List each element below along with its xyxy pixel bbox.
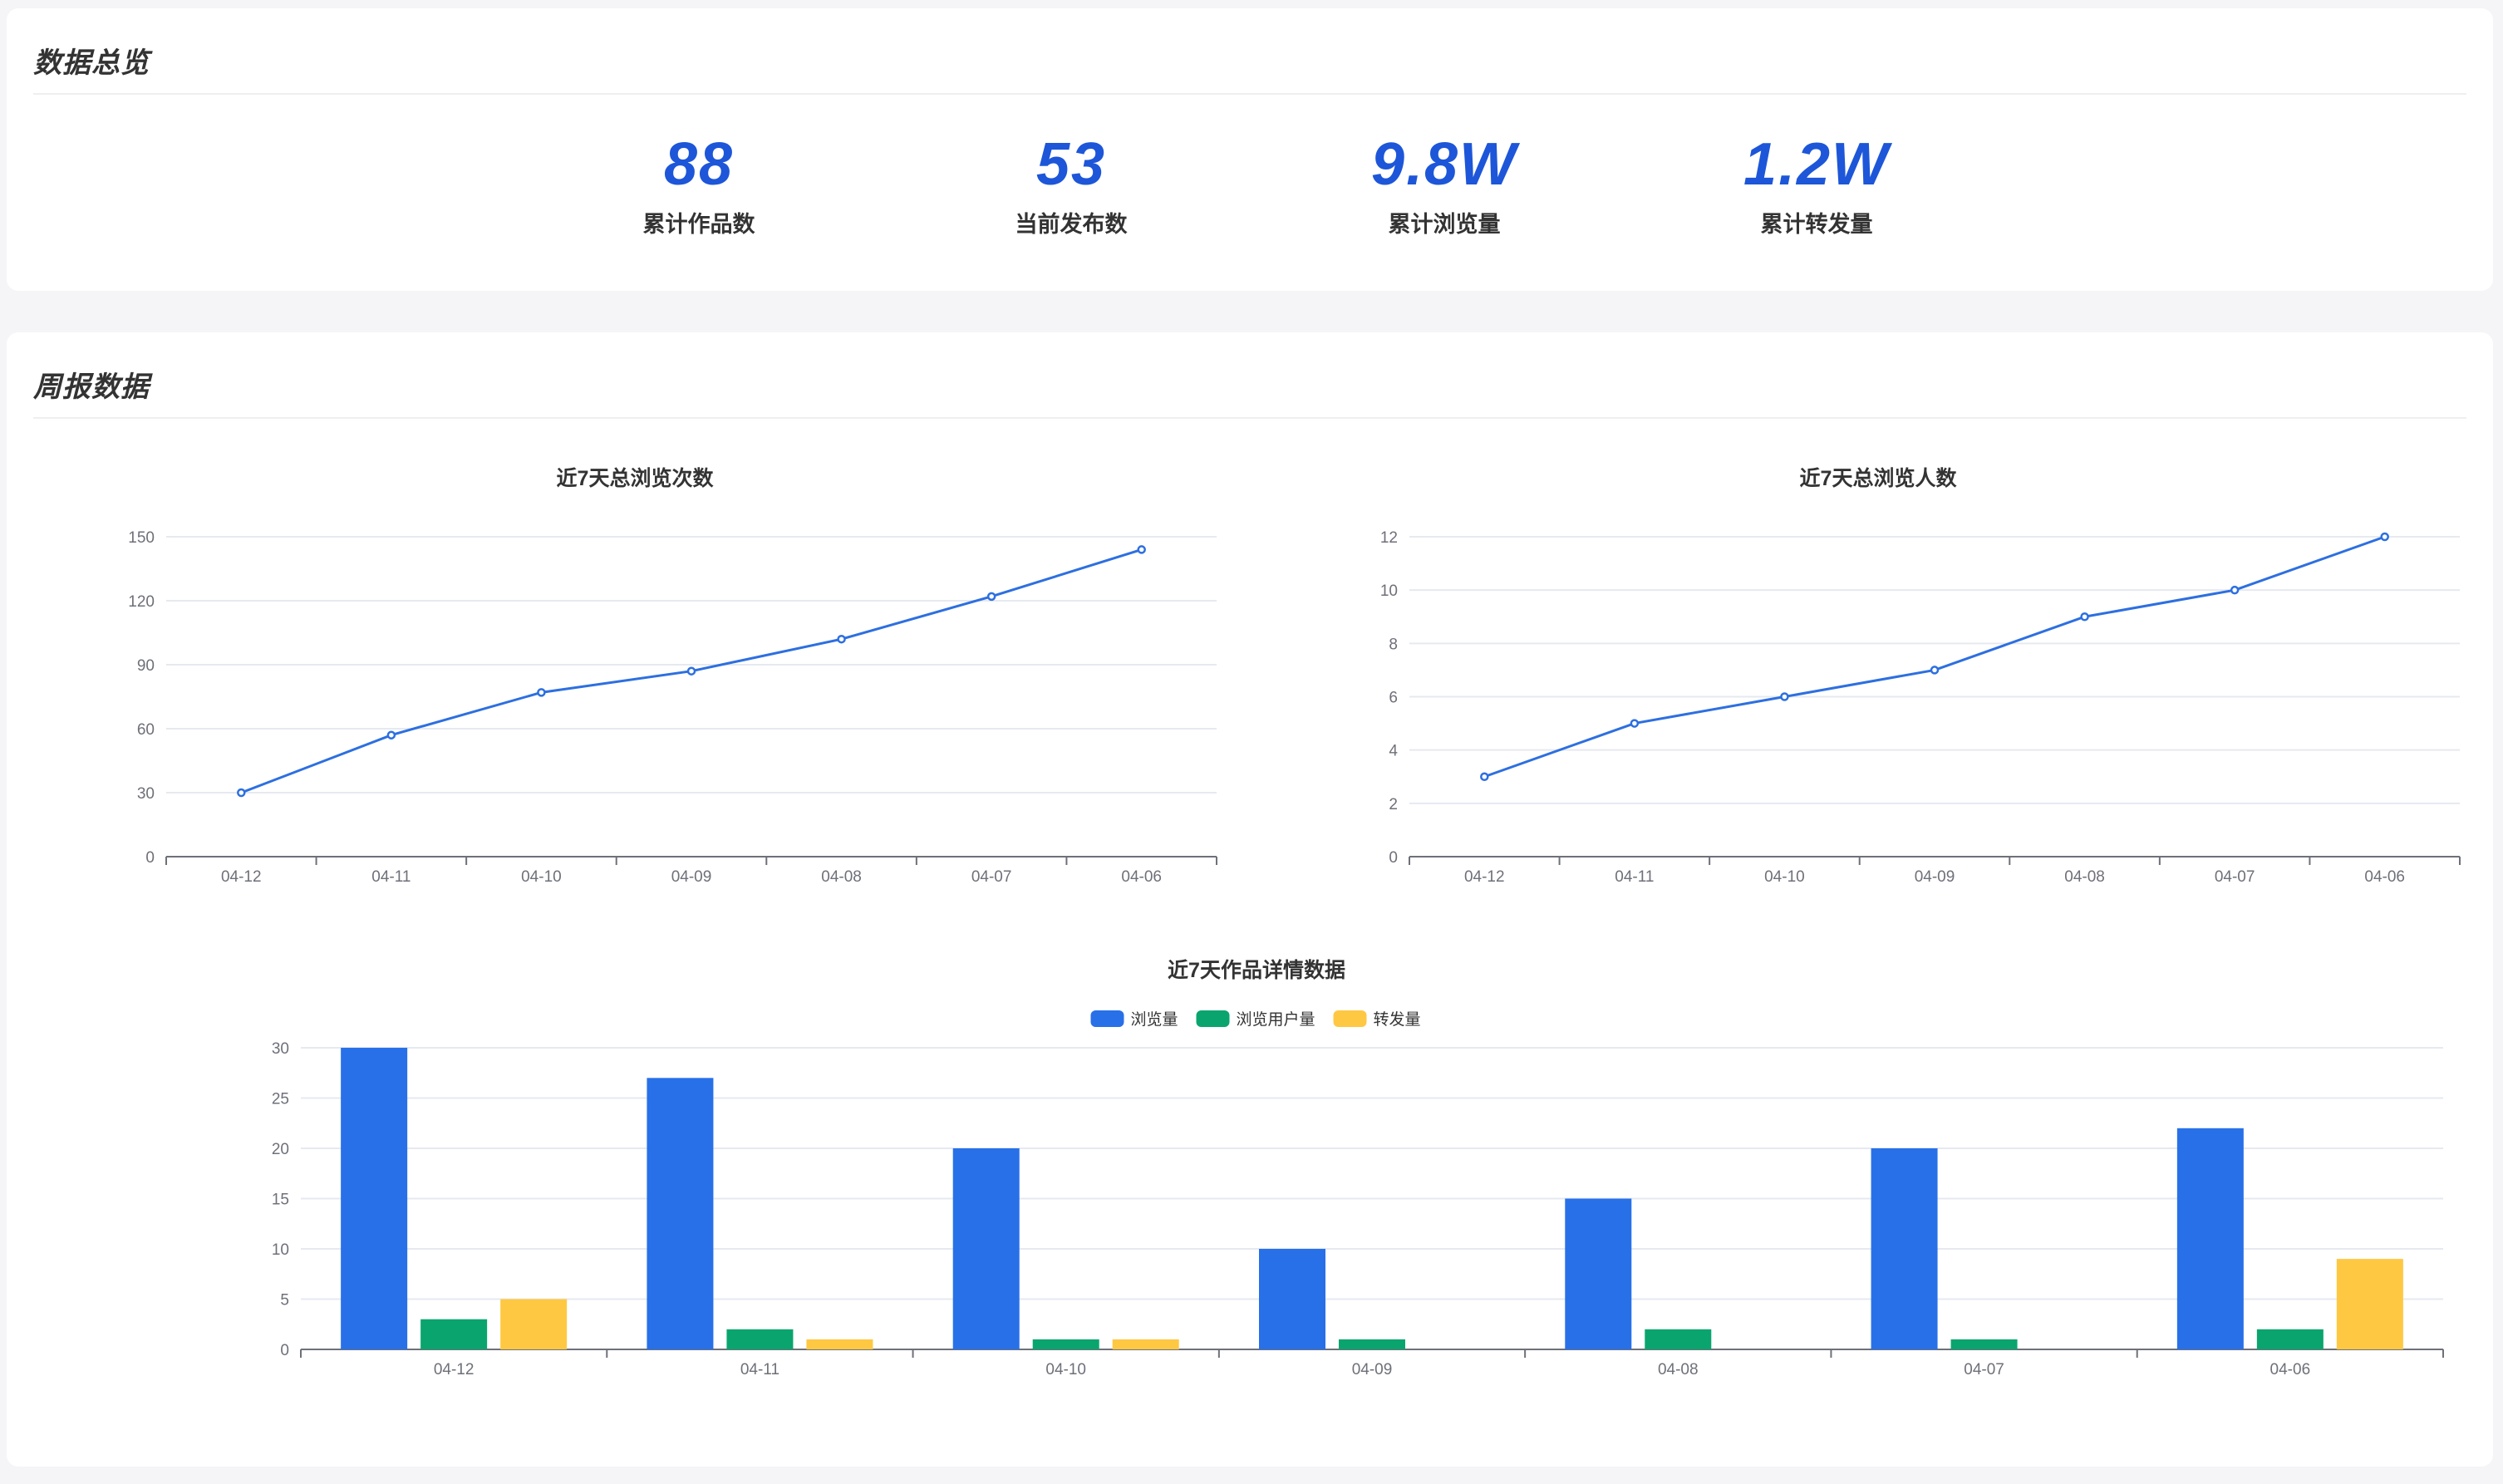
overview-card: 数据总览 88 累计作品数 53 当前发布数 9.8W 累计浏览量 1.2W 累… bbox=[7, 8, 2493, 291]
detail-bar bbox=[2256, 1329, 2324, 1349]
detail-xtick-label: 04-08 bbox=[1658, 1361, 1699, 1378]
detail-bar bbox=[1645, 1329, 1712, 1349]
detail-bar bbox=[1565, 1198, 1632, 1349]
detail-bar bbox=[500, 1299, 568, 1349]
detail-ytick-label: 30 bbox=[272, 1040, 289, 1058]
legend-swatch bbox=[1333, 1010, 1367, 1027]
detail-xtick-label: 04-11 bbox=[740, 1361, 779, 1378]
weekly-card: 周报数据 近7天总浏览次数 0 30 60 90 120 150 04-12 04-11 04-… bbox=[7, 332, 2493, 1467]
stat-total-works-value: 88 bbox=[663, 131, 735, 198]
detail-bar bbox=[2336, 1259, 2403, 1349]
legend-label: 浏览量 bbox=[1131, 1010, 1178, 1029]
stat-total-shares: 1.2W 累计转发量 bbox=[1692, 131, 1941, 239]
overview-divider bbox=[33, 93, 2466, 95]
detail-bar bbox=[341, 1048, 408, 1349]
detail-xtick-label: 04-07 bbox=[1964, 1361, 2004, 1378]
stat-total-views-label: 累计浏览量 bbox=[1388, 212, 1501, 237]
detail-bar bbox=[1871, 1148, 1938, 1349]
detail-bar bbox=[726, 1329, 794, 1349]
detail-xtick-label: 04-12 bbox=[434, 1361, 475, 1378]
legend-label: 转发量 bbox=[1374, 1010, 1421, 1029]
detail-xtick-label: 04-09 bbox=[1352, 1361, 1393, 1378]
stat-total-shares-value: 1.2W bbox=[1743, 131, 1891, 198]
detail-bar bbox=[420, 1319, 488, 1349]
detail-bar bbox=[806, 1339, 873, 1349]
legend-label: 浏览用户量 bbox=[1237, 1010, 1315, 1029]
stat-total-views: 9.8W 累计浏览量 bbox=[1320, 131, 1569, 239]
detail-bar bbox=[1032, 1339, 1099, 1349]
detail-ytick-label: 0 bbox=[280, 1342, 289, 1359]
stat-published: 53 当前发布数 bbox=[947, 131, 1196, 239]
stat-total-works-label: 累计作品数 bbox=[642, 212, 755, 237]
detail-ytick-label: 10 bbox=[272, 1241, 289, 1259]
stat-total-shares-label: 累计转发量 bbox=[1760, 212, 1873, 237]
detail-xtick-label: 04-06 bbox=[2270, 1361, 2311, 1378]
detail-bar bbox=[952, 1148, 1020, 1349]
detail-ytick-label: 15 bbox=[272, 1192, 289, 1209]
detail-bar bbox=[1259, 1249, 1325, 1349]
detail-bar bbox=[647, 1078, 714, 1349]
legend-swatch bbox=[1196, 1010, 1230, 1027]
stat-total-views-value: 9.8W bbox=[1370, 131, 1518, 198]
detail-bar bbox=[1339, 1339, 1405, 1349]
stat-total-works: 88 累计作品数 bbox=[574, 131, 824, 239]
stat-published-label: 当前发布数 bbox=[1015, 212, 1128, 237]
detail-ytick-label: 20 bbox=[272, 1141, 289, 1158]
detail-xtick-label: 04-10 bbox=[1045, 1361, 1086, 1378]
detail-bar bbox=[1112, 1339, 1179, 1349]
detail-bar bbox=[2176, 1128, 2244, 1349]
stat-published-value: 53 bbox=[1035, 131, 1107, 198]
detail-ytick-label: 5 bbox=[280, 1292, 289, 1310]
legend-swatch bbox=[1090, 1010, 1124, 1027]
detail-ytick-label: 25 bbox=[272, 1091, 289, 1108]
detail-bar bbox=[1950, 1339, 2018, 1349]
overview-title: 数据总览 bbox=[33, 47, 150, 79]
chart-works-detail: 0 5 10 15 20 25 30 04-12 04-11 04-10 04-09 04-08 04-… bbox=[272, 1010, 2444, 1378]
